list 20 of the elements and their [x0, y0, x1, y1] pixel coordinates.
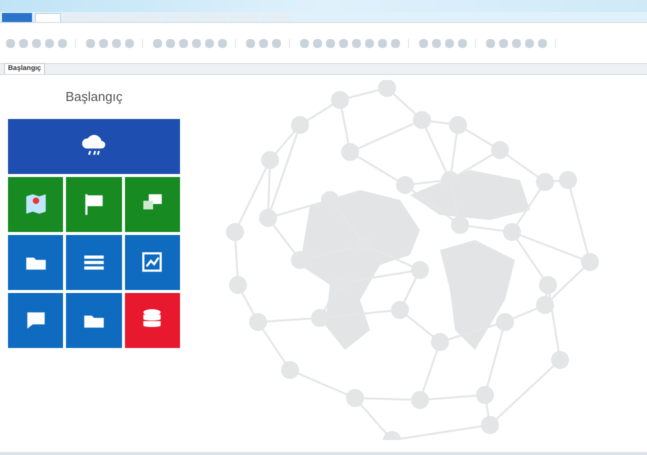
start-tile[interactable]: [66, 176, 122, 232]
start-tile[interactable]: [8, 176, 64, 232]
start-tile[interactable]: [124, 234, 180, 290]
start-tile[interactable]: [124, 176, 180, 232]
ribbon-tab[interactable]: [196, 13, 226, 22]
start-tile[interactable]: [8, 234, 64, 290]
start-tile[interactable]: [8, 118, 180, 174]
start-tile[interactable]: [8, 292, 64, 348]
ribbon-tab[interactable]: [2, 13, 32, 22]
ribbon-tab[interactable]: [35, 13, 61, 22]
ribbon-tab[interactable]: [130, 13, 160, 22]
start-heading: Başlangıç: [64, 88, 124, 106]
start-tile[interactable]: [66, 292, 122, 348]
start-tile[interactable]: [124, 292, 180, 348]
ribbon-tab[interactable]: [97, 13, 127, 22]
ribbon-tab[interactable]: [262, 13, 292, 22]
ribbon-tab[interactable]: [229, 13, 259, 22]
ribbon-tab[interactable]: [64, 13, 94, 22]
start-tile[interactable]: [66, 234, 122, 290]
ribbon-tab[interactable]: [163, 13, 193, 22]
